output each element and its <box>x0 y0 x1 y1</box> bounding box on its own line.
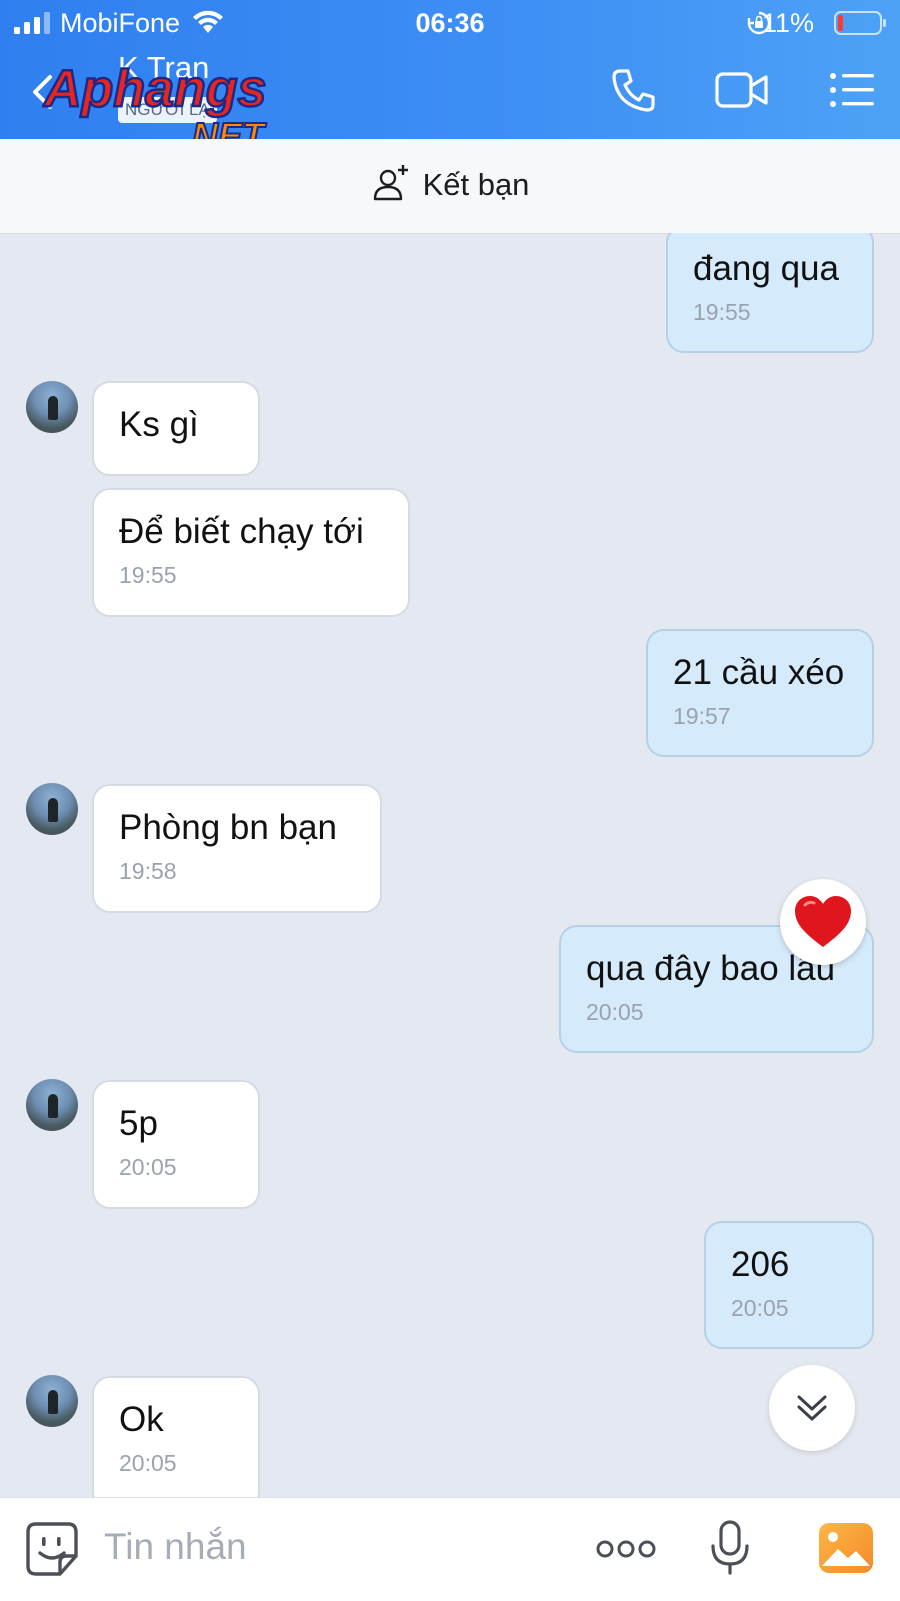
message-text: 206 <box>731 1245 790 1284</box>
message-time: 19:55 <box>693 299 751 325</box>
message-time: 19:55 <box>119 562 177 588</box>
message-text: Để biết chạy tới <box>119 512 364 551</box>
status-bar: MobiFone 06:36 11% <box>0 0 900 44</box>
reaction-heart[interactable] <box>780 879 866 965</box>
avatar[interactable] <box>26 1079 78 1131</box>
message-bubble-outgoing[interactable]: đang qua 19:55 <box>666 233 874 353</box>
add-friend-bar: Kết bạn <box>0 139 900 234</box>
avatar[interactable] <box>26 381 78 433</box>
header-bar: MobiFone 06:36 11% K Tran NGƯỜI LẠ Aphan… <box>0 0 900 156</box>
more-options-icon[interactable] <box>596 1538 656 1560</box>
message-time: 20:05 <box>586 999 644 1025</box>
message-bubble-incoming[interactable]: 5p 20:05 <box>92 1080 260 1209</box>
microphone-icon[interactable] <box>710 1520 750 1576</box>
message-time: 20:05 <box>731 1295 789 1321</box>
message-text: Ks gì <box>119 405 199 444</box>
message-time: 20:05 <box>119 1154 177 1180</box>
avatar[interactable] <box>26 1375 78 1427</box>
gallery-icon[interactable] <box>818 1522 874 1574</box>
message-bubble-incoming[interactable]: Để biết chạy tới 19:55 <box>92 488 410 617</box>
message-text: đang qua <box>693 249 839 288</box>
message-input[interactable] <box>102 1520 546 1574</box>
message-text: 5p <box>119 1104 158 1143</box>
add-friend-button[interactable]: Kết bạn <box>0 164 900 203</box>
double-chevron-down-icon <box>797 1395 827 1421</box>
message-bubble-outgoing[interactable]: 206 20:05 <box>704 1221 874 1349</box>
video-icon[interactable] <box>714 66 770 114</box>
message-bubble-incoming[interactable]: Phòng bn bạn 19:58 <box>92 784 382 913</box>
message-text: 21 cầu xéo <box>673 653 845 692</box>
message-bubble-incoming[interactable]: Ok 20:05 <box>92 1376 260 1497</box>
heart-icon <box>795 896 851 947</box>
scroll-to-bottom-button[interactable] <box>769 1365 855 1451</box>
message-bubble-outgoing[interactable]: 21 cầu xéo 19:57 <box>646 629 874 757</box>
message-bubble-incoming[interactable]: Ks gì <box>92 381 260 476</box>
avatar[interactable] <box>26 783 78 835</box>
message-text: Phòng bn bạn <box>119 808 337 847</box>
message-time: 19:57 <box>673 703 731 729</box>
message-time: 20:05 <box>119 1450 177 1476</box>
battery-percent: 11% <box>761 8 814 38</box>
svg-text:Aphangs: Aphangs <box>42 60 266 118</box>
message-time: 19:58 <box>119 858 177 884</box>
menu-icon[interactable] <box>828 66 876 114</box>
message-list[interactable]: đang qua 19:55 Ks gì Để biết chạy tới 19… <box>0 233 900 1497</box>
phone-icon[interactable] <box>610 66 658 114</box>
sticker-icon[interactable] <box>26 1522 78 1576</box>
battery-icon <box>834 11 886 35</box>
message-text: Ok <box>119 1400 164 1439</box>
add-user-icon <box>373 164 408 201</box>
composer-bar <box>0 1497 900 1601</box>
add-friend-label: Kết bạn <box>422 167 530 202</box>
